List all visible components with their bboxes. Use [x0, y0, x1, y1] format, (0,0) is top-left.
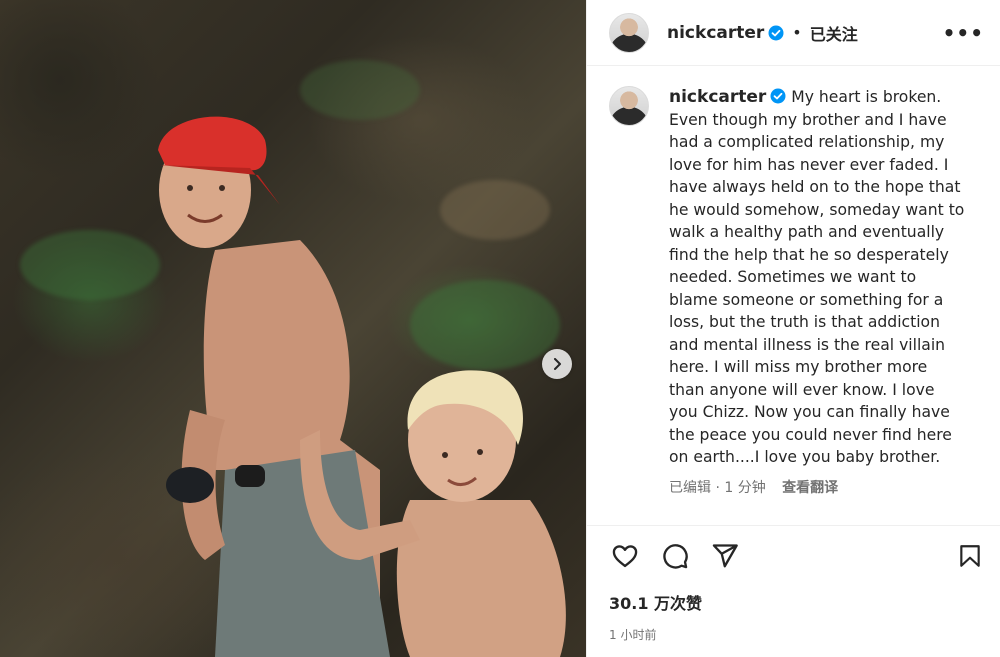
comment-button[interactable] [659, 540, 691, 572]
like-button[interactable] [609, 540, 641, 572]
caption-wrapper: nickcarter My heart is broken. Even thou… [669, 86, 965, 525]
share-button[interactable] [709, 540, 741, 572]
comment-icon [663, 544, 688, 569]
share-icon [712, 544, 738, 568]
verified-badge-icon [768, 25, 784, 40]
bookmark-icon [960, 545, 980, 567]
next-photo-button[interactable] [542, 349, 572, 379]
follow-button[interactable]: 已关注 [810, 21, 858, 45]
username[interactable]: nickcarter [667, 23, 764, 43]
avatar[interactable] [609, 12, 649, 53]
like-count[interactable]: 30.1 万次赞 [587, 586, 1000, 614]
more-options-button[interactable]: ••• [943, 21, 984, 45]
boys-illustration [158, 116, 566, 657]
separator-dot: • [792, 23, 802, 42]
instagram-post: nickcarter • 已关注 ••• nickcarter My heart… [0, 0, 1000, 657]
action-bar [587, 526, 1000, 586]
edited-label: 已编辑 [669, 479, 711, 496]
post-timestamp[interactable]: 1 小时前 [587, 614, 1000, 657]
caption-meta: 已编辑 · 1 分钟 查看翻译 [669, 477, 965, 497]
post-header: nickcarter • 已关注 ••• [587, 0, 1000, 66]
post-side-panel: nickcarter • 已关注 ••• nickcarter My heart… [586, 0, 1000, 657]
caption: nickcarter My heart is broken. Even thou… [669, 86, 965, 469]
caption-username[interactable]: nickcarter [669, 87, 766, 107]
caption-section: nickcarter My heart is broken. Even thou… [587, 66, 1000, 526]
caption-time: 1 分钟 [724, 479, 766, 496]
translate-link[interactable]: 查看翻译 [782, 480, 838, 496]
save-button[interactable] [954, 540, 986, 572]
caption-avatar[interactable] [609, 86, 649, 126]
chevron-right-icon [554, 358, 561, 370]
caption-text: My heart is broken. Even though my broth… [669, 88, 965, 466]
post-photo[interactable] [0, 0, 586, 657]
verified-badge-icon [770, 88, 786, 104]
heart-icon [612, 545, 638, 568]
